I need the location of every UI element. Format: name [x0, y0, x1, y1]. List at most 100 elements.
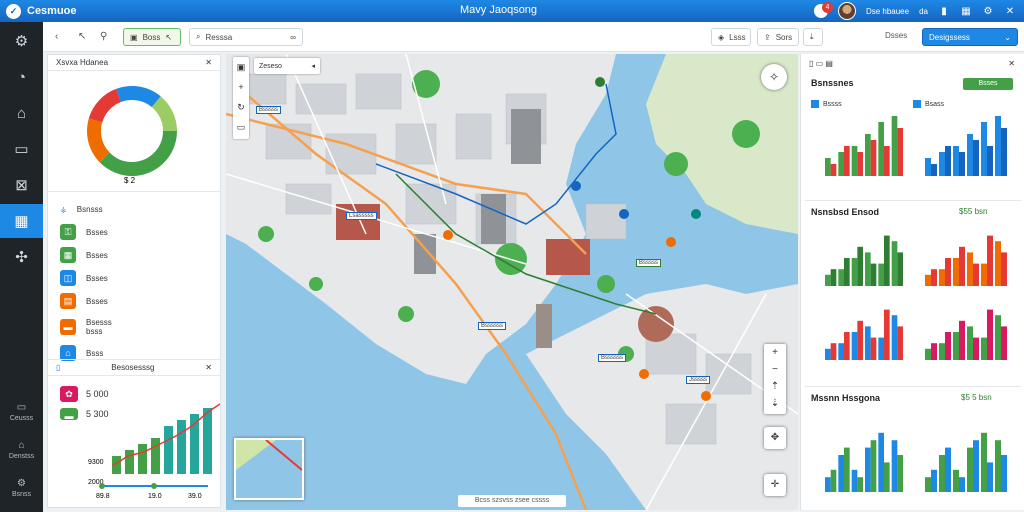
chart1-right-bar	[981, 122, 987, 176]
fullscreen-button[interactable]: ✛	[764, 474, 786, 496]
map-label[interactable]: Lsasssss	[346, 212, 377, 220]
nav-table[interactable]: ▦	[0, 204, 43, 238]
section-title: Mssnn Hssgona	[811, 393, 881, 403]
chart2-d-bar	[953, 332, 959, 360]
chart2-d-bar	[973, 337, 979, 360]
map-label[interactable]: Jsssss	[686, 376, 710, 384]
panel-tabs[interactable]: ▯ ▭ ▤	[809, 59, 833, 68]
zoom-control: + − ⇡ ⇣	[764, 344, 786, 414]
avatar[interactable]	[837, 2, 856, 20]
map-label[interactable]: Bsssss	[636, 259, 662, 267]
layers-icon[interactable]: ▭	[233, 117, 249, 137]
chart2-c-bar	[870, 337, 877, 360]
chart2-a-bar	[844, 258, 850, 286]
back-icon[interactable]: ‹	[55, 31, 58, 42]
legend-item: Bssss	[811, 100, 842, 108]
close-icon[interactable]: ✕	[1008, 59, 1015, 68]
zoom-in-button[interactable]: +	[764, 344, 786, 361]
compass-icon[interactable]: ✧	[761, 64, 787, 90]
device-icon: ▭	[16, 402, 27, 413]
chart2-d-bar	[959, 320, 965, 360]
pan-up-button[interactable]: ⇡	[764, 378, 786, 395]
filter-icon: ▣	[130, 32, 138, 42]
list-item[interactable]: ⚿ Bsses	[48, 222, 220, 242]
svg-text:39.0: 39.0	[188, 493, 202, 500]
search-icon: ⌕	[196, 32, 201, 41]
zoom-out-button[interactable]: −	[764, 361, 786, 378]
action-button-1[interactable]: ◈ Lsss	[711, 28, 751, 46]
spark-bar	[177, 420, 186, 474]
collapse-icon[interactable]: ↖	[78, 31, 86, 42]
chart1-left-bar	[844, 146, 850, 176]
nav-bottom-home[interactable]: ⌂ Denstss	[0, 440, 43, 460]
pan-down-button[interactable]: ⇣	[764, 395, 786, 412]
chart2-a-bar	[851, 258, 858, 286]
minimap[interactable]	[234, 438, 304, 500]
toolbar: ‹ ↖ ⚲ ▣ Boss ↖ ⌕ Resssa ∞ ◈ Lsss ⇪ Sors ⤓ …	[43, 22, 1024, 52]
map-search[interactable]: Zeseso ◂	[254, 58, 320, 74]
right-panel: ▯ ▭ ▤ ✕ Bsnssnes Bsses Bssss Bsass Nsnsb…	[800, 54, 1024, 510]
nav-network[interactable]: ✣	[0, 240, 43, 274]
map-view[interactable]: Lsasssss Bssssss Bsssss Jsssss Bsssss Bs…	[226, 54, 798, 510]
nav-cards[interactable]: ▭	[0, 132, 43, 166]
chart2-d-bar	[1001, 326, 1007, 360]
brand[interactable]: ✓ Cesmuoe	[0, 3, 200, 19]
export-button[interactable]: ⤓	[803, 28, 823, 46]
chart3-right-bar	[973, 440, 979, 492]
spark-bar	[164, 426, 173, 474]
nav-bottom-devices[interactable]: ▭ Ceusss	[0, 402, 43, 422]
logo-icon: ✓	[6, 3, 21, 19]
bookmark-icon[interactable]: ▮	[938, 6, 950, 17]
nav-settings[interactable]: ⚙	[0, 24, 43, 58]
layers-icon: ◈	[718, 32, 725, 42]
right-panel-header: ▯ ▭ ▤ ✕	[809, 59, 1015, 68]
chart2-d-bar	[995, 315, 1001, 360]
left-panel: Xsvxa Hdanea ✕ $ 2 ⚶ Bsnsss ⚿ Bsses ▦ Bsse…	[47, 54, 221, 508]
chart2-b-bar	[959, 246, 965, 286]
section-button[interactable]: Bsses	[963, 78, 1013, 90]
close-icon[interactable]: ✕	[205, 58, 212, 67]
zoom-in-icon[interactable]: +	[233, 77, 249, 97]
list-item[interactable]: ▦ Bsses	[48, 245, 220, 265]
chart3-left-bar	[844, 447, 850, 492]
grid-icon[interactable]: ▦	[960, 6, 972, 17]
chart3-right-bar	[939, 455, 945, 492]
list-item[interactable]: ◫ Bsses	[48, 268, 220, 288]
rotate-icon[interactable]: ↻	[233, 97, 249, 117]
map-label[interactable]: Bsssss	[256, 106, 282, 114]
pin-icon[interactable]: ⚲	[100, 31, 107, 42]
action-button-2[interactable]: ⇪ Sors	[757, 28, 799, 46]
chart2-a-bar	[830, 269, 837, 286]
scale-bar: Bcss szsvss zsee cssss	[458, 495, 566, 507]
locate-button[interactable]: ✥	[764, 427, 786, 449]
notifications-bell-icon[interactable]: 4	[813, 2, 833, 18]
chart2-c-bar	[830, 343, 837, 360]
select-tool-icon[interactable]: ▣	[233, 57, 249, 77]
chart2-c-bar	[884, 309, 890, 360]
chart2-b-bar	[987, 235, 993, 286]
nav-charts[interactable]: ⊠	[0, 168, 43, 202]
home-icon: ⌂	[18, 440, 25, 451]
map-label[interactable]: Bssssss	[478, 322, 507, 330]
donut-chart: $ 2	[87, 86, 177, 185]
nav-bottom-settings[interactable]: ⚙ Bsnss	[0, 478, 43, 498]
view-label[interactable]: Dsses	[885, 31, 907, 40]
filter-button[interactable]: ▣ Boss ↖	[123, 28, 181, 46]
primary-action-button[interactable]: Desigssess ⌄	[922, 28, 1018, 46]
chart2-c-bar	[844, 332, 850, 360]
nav-history[interactable]: ◔	[0, 60, 43, 94]
search-input[interactable]: ⌕ Resssa ∞	[189, 28, 303, 46]
chart1-right-bar	[931, 164, 937, 176]
close-icon[interactable]: ✕	[1004, 6, 1016, 17]
chart1-left-bar	[857, 152, 863, 176]
list-item[interactable]: ▬ Bsesss bsss	[48, 314, 220, 340]
map-canvas[interactable]	[226, 54, 798, 510]
doc-icon: ▯	[56, 363, 61, 372]
chart2-b-bar	[1001, 252, 1007, 286]
nav-tags[interactable]: ⌂	[0, 96, 43, 130]
chart2-c-bar	[825, 348, 831, 360]
list-item[interactable]: ▤ Bsses	[48, 291, 220, 311]
map-label[interactable]: Bssssss	[598, 354, 627, 362]
settings-icon[interactable]: ⚙	[982, 6, 994, 17]
close-icon[interactable]: ✕	[205, 363, 212, 372]
